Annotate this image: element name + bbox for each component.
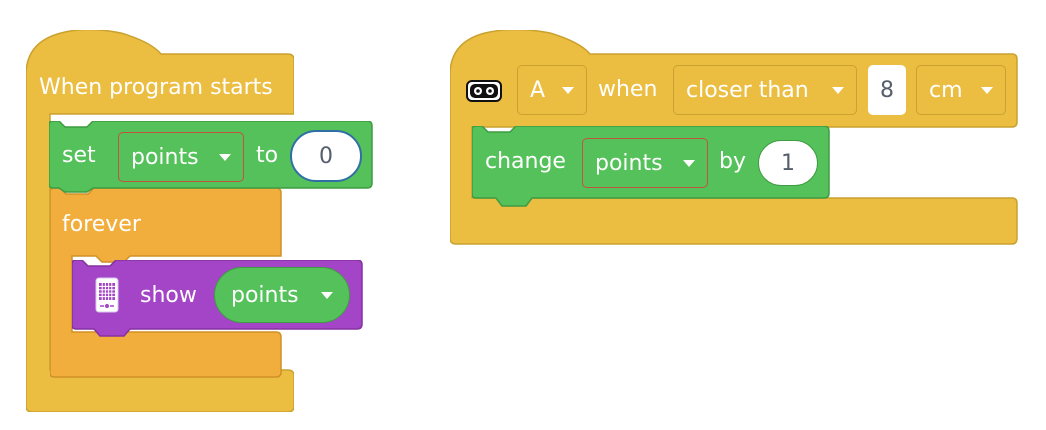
chevron-down-icon <box>832 86 844 94</box>
points-reporter-value: points <box>231 282 299 308</box>
set-variable-value: points <box>131 144 199 170</box>
comparison-dropdown[interactable]: closer than <box>673 65 857 115</box>
port-value: A <box>530 77 546 103</box>
chevron-down-icon <box>219 153 231 161</box>
by-label: by <box>719 149 746 174</box>
set-value-input[interactable]: 0 <box>290 130 362 182</box>
hub-display-icon <box>95 277 119 313</box>
port-dropdown[interactable]: A <box>517 65 587 115</box>
unit-value: cm <box>929 77 963 103</box>
when-label: when <box>598 77 658 102</box>
comparison-value: closer than <box>686 77 809 103</box>
set-label: set <box>62 143 96 168</box>
change-variable-value: points <box>595 150 663 176</box>
change-label: change <box>485 149 566 174</box>
chevron-down-icon <box>321 291 333 299</box>
unit-dropdown[interactable]: cm <box>916 65 1006 115</box>
distance-sensor-icon <box>466 80 502 102</box>
chevron-down-icon <box>981 86 993 94</box>
hat-label: When program starts <box>39 75 273 100</box>
to-label: to <box>256 143 279 168</box>
set-variable-dropdown[interactable]: points <box>118 132 244 182</box>
distance-input[interactable]: 8 <box>868 65 906 115</box>
change-variable-dropdown[interactable]: points <box>582 138 708 188</box>
change-value-input[interactable]: 1 <box>758 140 818 186</box>
chevron-down-icon <box>562 86 574 94</box>
show-label: show <box>140 283 197 308</box>
points-reporter-dropdown[interactable]: points <box>214 267 350 323</box>
forever-label: forever <box>62 212 141 237</box>
chevron-down-icon <box>683 159 695 167</box>
